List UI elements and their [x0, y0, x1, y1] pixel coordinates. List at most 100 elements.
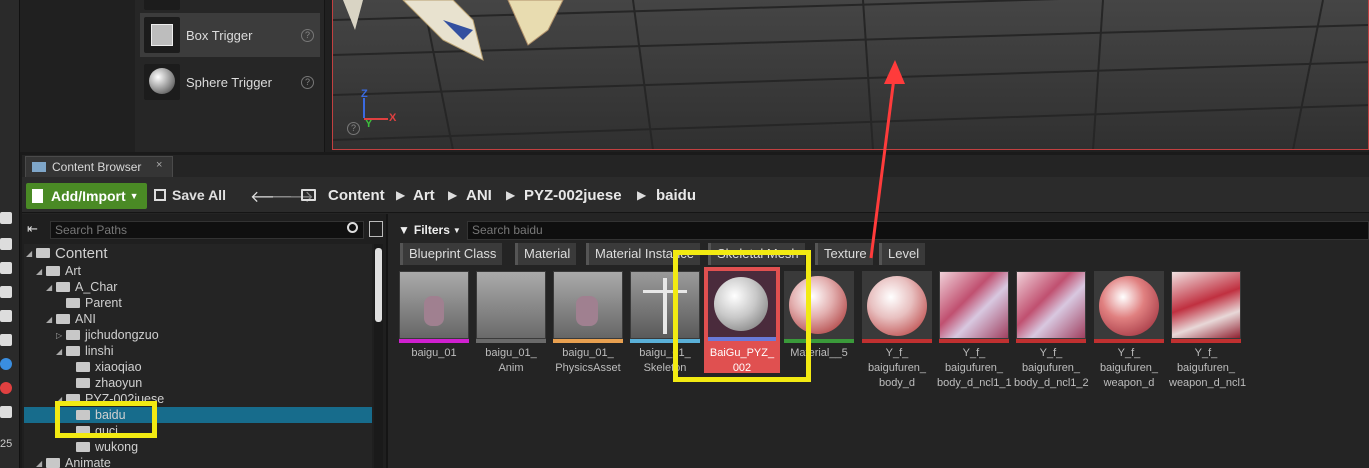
text-icon[interactable] — [0, 310, 12, 322]
asset-tile-baigu-01-anim[interactable] — [476, 271, 546, 343]
breadcrumb-art[interactable]: Art — [413, 187, 435, 204]
help-icon[interactable]: ? — [301, 75, 314, 89]
folder-icon[interactable] — [301, 189, 316, 201]
folder-icon — [66, 346, 80, 356]
tree-node-wukong[interactable]: wukong — [66, 439, 138, 455]
filter-chip-material[interactable]: Material — [515, 243, 577, 265]
chevron-down-icon: ▼ — [129, 191, 139, 201]
speaker-icon[interactable] — [0, 406, 12, 418]
expanded-arrow-icon[interactable]: ◢ — [46, 315, 56, 324]
folder-icon — [56, 314, 70, 324]
folder-icon — [66, 298, 80, 308]
expanded-arrow-icon[interactable]: ◢ — [36, 459, 46, 468]
chevron-right-icon[interactable]: ▶ — [637, 188, 646, 202]
place-actors-list: Box Trigger ? Sphere Trigger ? — [135, 0, 325, 152]
tree-node-label: jichudongzuo — [85, 328, 159, 342]
up-arrow-icon[interactable] — [0, 262, 12, 274]
tree-node-linshi[interactable]: ◢ linshi — [56, 343, 114, 359]
asset-tile-baigu-01-physicsasset[interactable] — [553, 271, 623, 343]
filter-icon: ▼ — [398, 223, 410, 237]
asset-label: Y_f_ baigufuren_ body_d_ncl1_2 — [1014, 347, 1089, 389]
save-all-button[interactable]: Save All — [154, 187, 226, 203]
asset-tile-y-f-baigufuren-weapon-d[interactable] — [1094, 271, 1164, 343]
tree-node-label: xiaoqiao — [95, 360, 142, 374]
scrollbar-thumb[interactable] — [375, 248, 382, 322]
breadcrumb-ani[interactable]: ANI — [466, 187, 492, 204]
tree-node-parent[interactable]: Parent — [56, 295, 122, 311]
asset-tile-y-f-baigufuren-body-d[interactable] — [862, 271, 932, 343]
asset-tile-y-f-baigufuren-body-d-ncl1-1[interactable] — [939, 271, 1009, 343]
save-icon — [154, 189, 166, 201]
box-trigger-icon — [144, 17, 180, 53]
tree-node-content[interactable]: ◢ Content — [26, 245, 108, 262]
place-item-sphere-trigger[interactable]: Sphere Trigger ? — [140, 60, 320, 104]
expanded-arrow-icon[interactable]: ◢ — [36, 267, 46, 276]
collapsed-arrow-icon[interactable]: ▷ — [56, 331, 66, 340]
number-icon[interactable] — [0, 334, 12, 346]
asset-search-input[interactable]: Search baidu — [467, 221, 1369, 240]
left-tool-strip: 25 — [0, 0, 20, 468]
breadcrumb-pyz[interactable]: PYZ-002juese — [524, 187, 622, 204]
tree-scrollbar[interactable] — [374, 244, 383, 468]
viewport-help-icon[interactable]: ? — [347, 122, 360, 135]
chevron-right-icon[interactable]: ▶ — [506, 188, 515, 202]
filter-chip-blueprint-class[interactable]: Blueprint Class — [400, 243, 503, 265]
chevron-down-icon: ▼ — [452, 225, 461, 235]
tree-node-label: Animate — [65, 456, 111, 468]
asset-label: Y_f_ baigufuren_ weapon_d_ncl1 — [1169, 347, 1247, 389]
chevron-right-icon[interactable]: ▶ — [448, 188, 457, 202]
tab-content-browser[interactable]: Content Browser — [25, 156, 173, 177]
download-icon[interactable] — [0, 286, 12, 298]
asset-label: baigu_01_ PhysicsAsset — [555, 347, 621, 374]
asset-label: Y_f_ baigufuren_ body_d_ncl1_1 — [937, 347, 1012, 389]
expanded-arrow-icon[interactable]: ◢ — [26, 249, 36, 258]
add-import-button[interactable]: Add/Import ▼ — [26, 183, 147, 209]
sphere-trigger-icon — [144, 64, 180, 100]
asset-tile-y-f-baigufuren-weapon-d-ncl1[interactable] — [1171, 271, 1241, 343]
chevron-right-icon[interactable]: ▶ — [396, 188, 405, 202]
level-viewport[interactable]: Z Y X ? — [332, 0, 1369, 150]
path-search-input[interactable]: Search Paths — [50, 221, 364, 239]
tree-node-art[interactable]: ◢ Art — [36, 263, 81, 279]
tree-node-animate[interactable]: ◢ Animate — [36, 455, 111, 468]
expanded-arrow-icon[interactable]: ◢ — [46, 283, 56, 292]
filters-button[interactable]: ▼ Filters ▼ — [398, 220, 462, 240]
asset-type-bar — [399, 339, 469, 343]
breadcrumb-baidu[interactable]: baidu — [656, 187, 696, 204]
texture-thumbnail — [1172, 272, 1240, 338]
texture-thumbnail — [1017, 272, 1085, 338]
tree-node-zhaoyun[interactable]: zhaoyun — [66, 375, 142, 391]
search-icon[interactable] — [347, 222, 358, 233]
tree-node-label: ANI — [75, 312, 96, 326]
content-browser-icon — [32, 162, 46, 172]
asset-label: baigu_01_ Anim — [485, 347, 537, 374]
tree-node-xiaoqiao[interactable]: xiaoqiao — [66, 359, 142, 375]
collapse-sources-icon[interactable]: ⇤ — [27, 221, 38, 237]
expanded-arrow-icon[interactable]: ◢ — [56, 347, 66, 356]
filter-chip-level[interactable]: Level — [879, 243, 926, 265]
place-item-box-trigger[interactable]: Box Trigger ? — [140, 13, 320, 57]
asset-type-bar — [862, 339, 932, 343]
texture-thumbnail — [1095, 272, 1163, 338]
filter-chip-texture[interactable]: Texture — [815, 243, 873, 265]
path-options-icon[interactable] — [369, 221, 383, 237]
asset-tile-baigu-01[interactable] — [399, 271, 469, 343]
diamond-icon[interactable] — [0, 212, 12, 224]
tree-node-jichudongzuo[interactable]: ▷ jichudongzuo — [56, 327, 159, 343]
tree-node-a-char[interactable]: ◢ A_Char — [46, 279, 117, 295]
asset-type-bar — [553, 339, 623, 343]
axis-x-line — [364, 118, 388, 120]
chat-icon[interactable] — [0, 358, 12, 370]
texture-thumbnail — [863, 272, 931, 338]
weibo-icon[interactable] — [0, 382, 12, 394]
tree-node-ani[interactable]: ◢ ANI — [46, 311, 96, 327]
help-icon[interactable]: ? — [301, 28, 314, 42]
highlight-box-folder — [55, 401, 157, 438]
folder-icon — [46, 266, 60, 276]
square-icon[interactable] — [0, 238, 12, 250]
place-item-previous[interactable] — [140, 0, 320, 14]
close-icon[interactable]: × — [156, 159, 162, 171]
asset-tile-y-f-baigufuren-body-d-ncl1-2[interactable] — [1016, 271, 1086, 343]
asset-type-bar — [1016, 339, 1086, 343]
breadcrumb-content[interactable]: Content — [328, 187, 385, 204]
